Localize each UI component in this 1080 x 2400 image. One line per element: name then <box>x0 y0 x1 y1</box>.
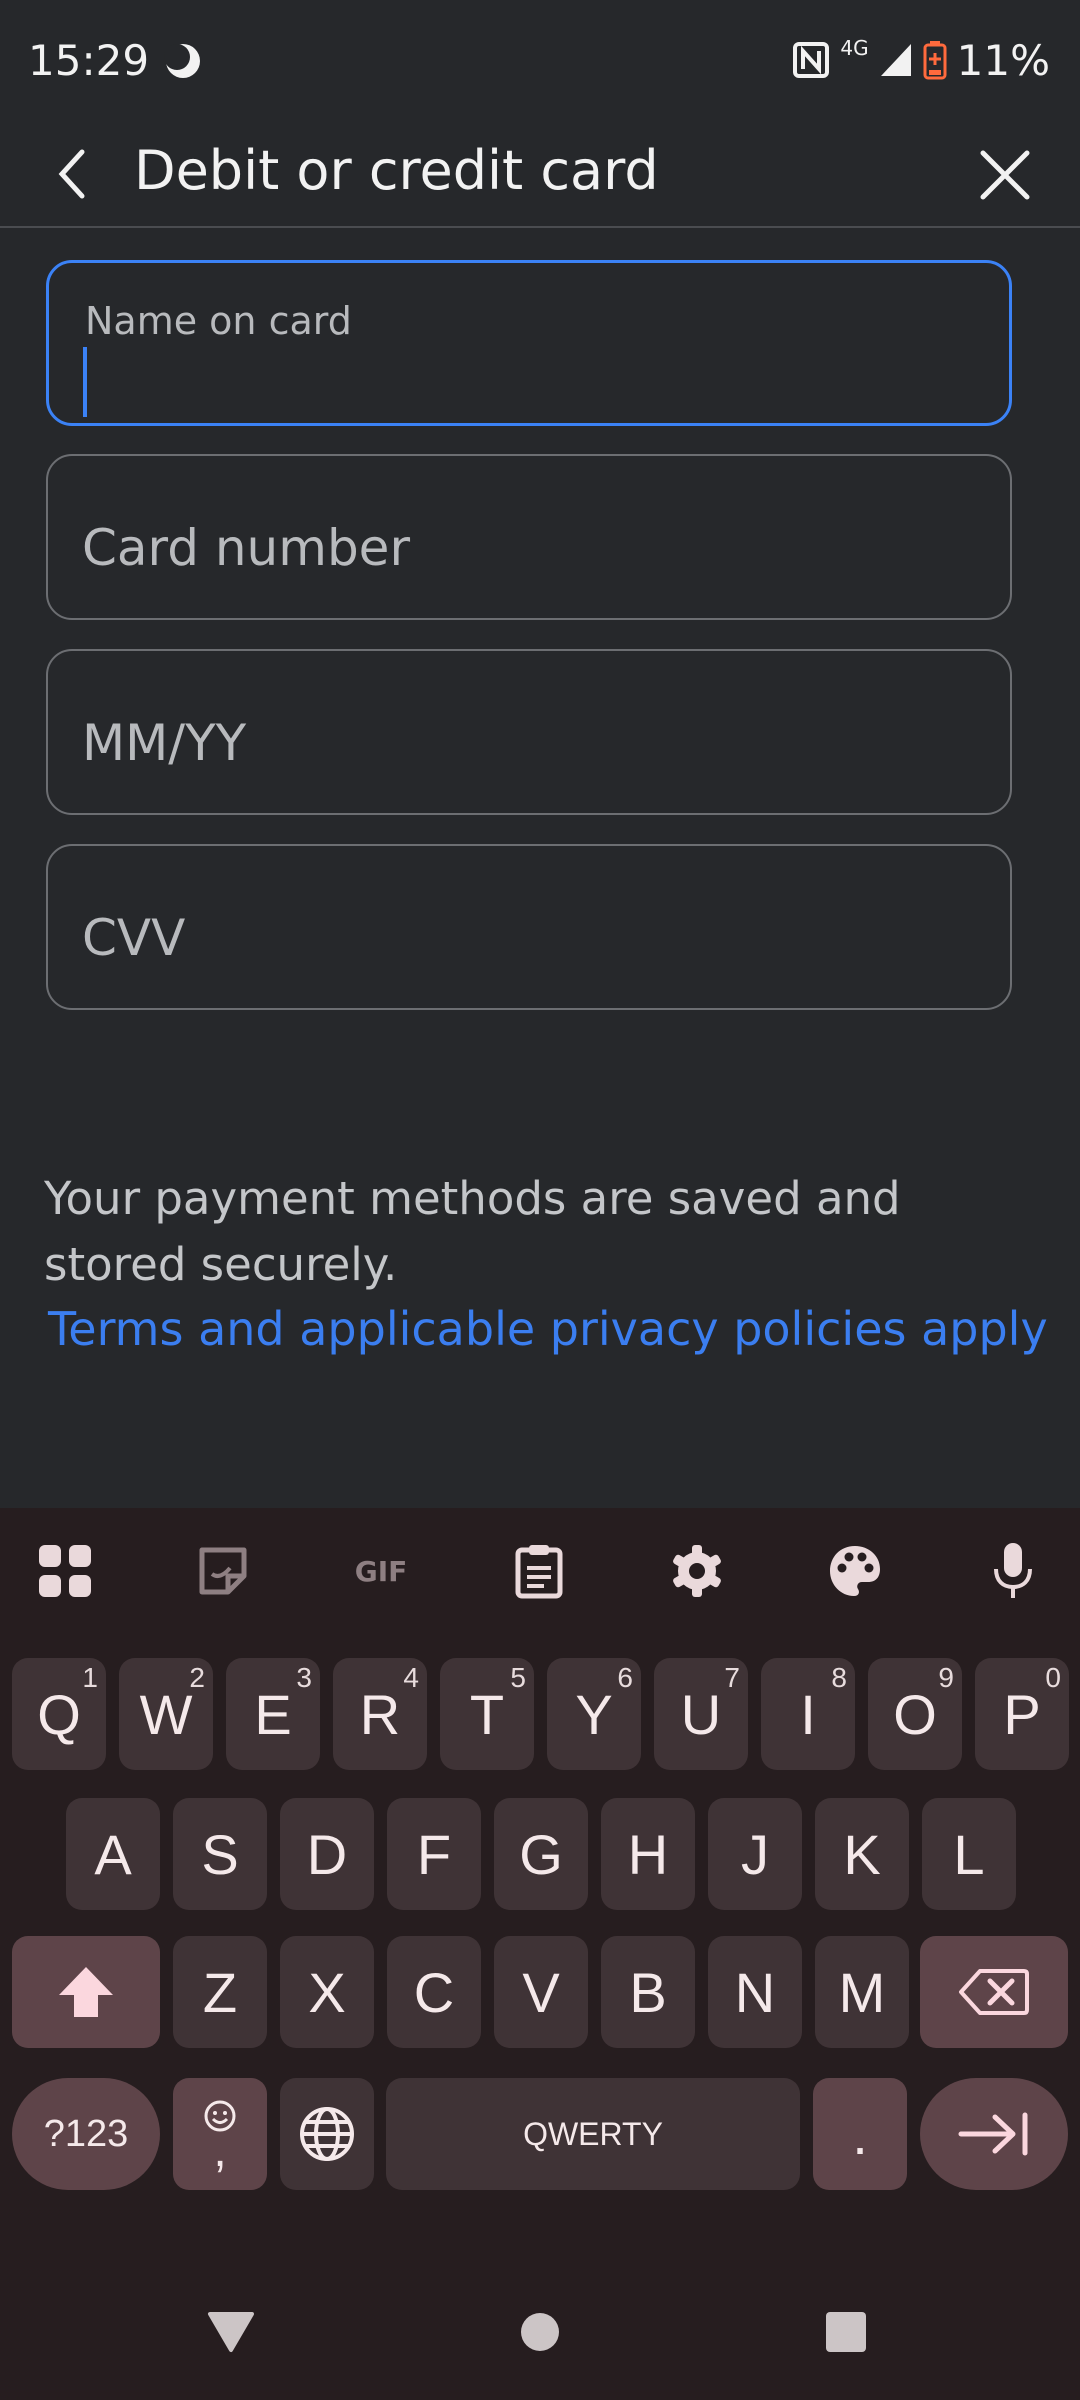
app-bar: Debit or credit card <box>0 120 1080 228</box>
key-b[interactable]: B <box>601 1936 695 2048</box>
language-key[interactable] <box>280 2078 374 2190</box>
battery-icon <box>923 41 947 80</box>
comma-label: , <box>213 2124 227 2177</box>
sticker-icon <box>199 1547 247 1595</box>
gif-icon: GIF <box>355 1555 408 1588</box>
page-title: Debit or credit card <box>134 139 659 202</box>
text-cursor <box>83 347 87 417</box>
key-t[interactable]: T5 <box>440 1658 534 1770</box>
key-s[interactable]: S <box>173 1798 267 1910</box>
key-z[interactable]: Z <box>173 1936 267 2048</box>
close-button[interactable] <box>970 140 1040 210</box>
key-r[interactable]: R4 <box>333 1658 427 1770</box>
keyboard-toolbar: GIF <box>0 1508 1080 1632</box>
battery-percent: 11% <box>956 35 1050 85</box>
mic-icon <box>994 1543 1032 1598</box>
key-j[interactable]: J <box>708 1798 802 1910</box>
nav-home-button[interactable] <box>512 2304 568 2360</box>
navigation-bar <box>0 2252 1080 2400</box>
gif-button[interactable]: GIF <box>344 1534 418 1608</box>
signal-icon <box>880 44 911 76</box>
nav-home-icon <box>521 2313 559 2351</box>
cvv-placeholder: CVV <box>82 909 186 967</box>
key-v[interactable]: V <box>494 1936 588 2048</box>
card-number-field[interactable]: Card number <box>46 454 1012 620</box>
key-y[interactable]: Y6 <box>547 1658 641 1770</box>
key-w[interactable]: W2 <box>119 1658 213 1770</box>
tab-next-icon <box>958 2112 1028 2156</box>
back-arrow-icon <box>58 149 85 199</box>
svg-text:GIF: GIF <box>355 1555 408 1588</box>
nfc-icon <box>793 42 830 78</box>
key-e[interactable]: E3 <box>226 1658 320 1770</box>
backspace-icon <box>959 1969 1029 2015</box>
theme-button[interactable] <box>818 1534 892 1608</box>
key-f[interactable]: F <box>387 1798 481 1910</box>
key-k[interactable]: K <box>815 1798 909 1910</box>
expiry-placeholder: MM/YY <box>82 714 247 772</box>
space-key[interactable]: QWERTY <box>386 2078 800 2190</box>
key-c[interactable]: C <box>387 1936 481 2048</box>
settings-icon <box>673 1545 721 1597</box>
clipboard-icon <box>515 1545 563 1599</box>
symbols-key[interactable]: ?123 <box>12 2078 160 2190</box>
key-g[interactable]: G <box>494 1798 588 1910</box>
key-u[interactable]: U7 <box>654 1658 748 1770</box>
key-m[interactable]: M <box>815 1936 909 2048</box>
key-l[interactable]: L <box>922 1798 1016 1910</box>
apps-icon <box>39 1545 91 1597</box>
expiry-date-field[interactable]: MM/YY <box>46 649 1012 815</box>
key-q[interactable]: Q1 <box>12 1658 106 1770</box>
name-on-card-field[interactable]: Name on card <box>46 260 1012 426</box>
backspace-key[interactable] <box>920 1936 1068 2048</box>
status-time: 15:29 <box>28 36 150 85</box>
cvv-field[interactable]: CVV <box>46 844 1012 1010</box>
status-bar: 15:29 4G 11% <box>0 0 1080 120</box>
key-p[interactable]: P0 <box>975 1658 1069 1770</box>
nav-back-button[interactable] <box>203 2304 259 2360</box>
nav-back-icon <box>208 2312 254 2352</box>
nav-recents-button[interactable] <box>818 2304 874 2360</box>
period-key[interactable]: . <box>813 2078 907 2190</box>
key-d[interactable]: D <box>280 1798 374 1910</box>
network-type-label: 4G <box>840 36 869 60</box>
key-x[interactable]: X <box>280 1936 374 2048</box>
nav-recents-icon <box>826 2312 866 2352</box>
clipboard-button[interactable] <box>502 1534 576 1608</box>
emoji-comma-key[interactable]: , <box>173 2078 267 2190</box>
shift-key[interactable] <box>12 1936 160 2048</box>
back-button[interactable] <box>40 142 104 206</box>
sticker-button[interactable] <box>186 1534 260 1608</box>
key-a[interactable]: A <box>66 1798 160 1910</box>
do-not-disturb-icon <box>164 44 200 78</box>
globe-icon <box>300 2107 354 2161</box>
key-h[interactable]: H <box>601 1798 695 1910</box>
card-number-placeholder: Card number <box>82 519 411 577</box>
terms-privacy-link[interactable]: Terms and applicable privacy policies ap… <box>48 1302 1048 1356</box>
next-key[interactable] <box>920 2078 1068 2190</box>
key-n[interactable]: N <box>708 1936 802 2048</box>
key-i[interactable]: I8 <box>761 1658 855 1770</box>
shift-icon <box>59 1967 113 2017</box>
close-icon <box>980 150 1030 200</box>
palette-icon <box>830 1546 880 1596</box>
settings-button[interactable] <box>660 1534 734 1608</box>
key-o[interactable]: O9 <box>868 1658 962 1770</box>
apps-button[interactable] <box>28 1534 102 1608</box>
voice-input-button[interactable] <box>976 1534 1050 1608</box>
name-on-card-label: Name on card <box>85 299 352 343</box>
secure-storage-note: Your payment methods are saved and store… <box>44 1172 901 1291</box>
